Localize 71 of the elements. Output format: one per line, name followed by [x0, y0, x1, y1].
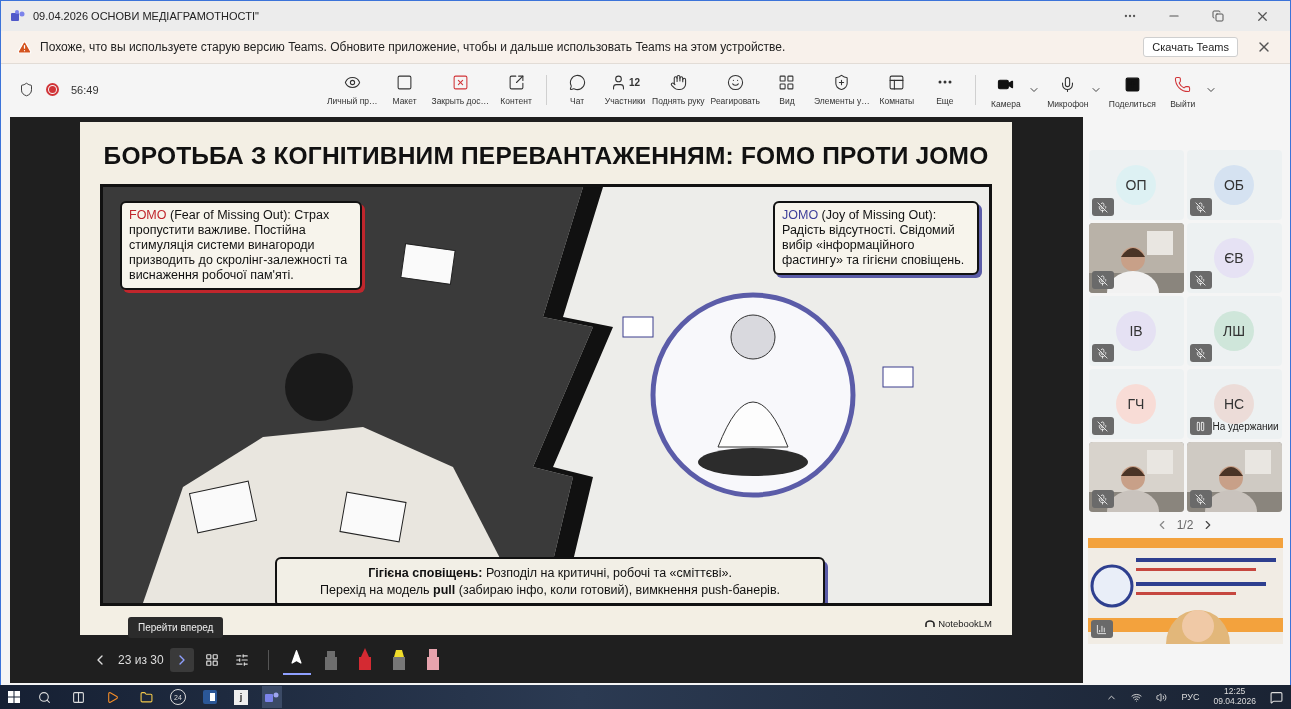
toolbar-button[interactable]: Выйти [1158, 75, 1207, 109]
person-icon [610, 73, 627, 91]
summary-line: Гігієна сповіщень: Розподіл на критичні, робочі та «сміттєві». [367, 565, 733, 582]
chat-icon [568, 73, 586, 91]
volume-icon[interactable] [1156, 691, 1168, 703]
signal-icon [1090, 620, 1113, 638]
tooltip: Перейти вперед [128, 617, 224, 638]
toolbar-button[interactable]: Чат [553, 73, 602, 106]
summary-line: Перехід на модель pull (забираю інфо, коли готовий), вимкнення push-банерів. [319, 581, 781, 599]
toolbar-button[interactable]: Комнаты [872, 73, 921, 106]
toolbar-button[interactable]: Камера [981, 75, 1030, 109]
download-button[interactable]: Скачать Teams [1143, 37, 1238, 57]
banner-message: Похоже, что вы используете старую версию Teams. Обновите приложение, чтобы и дальше использовать Teams на этом устройстве. [40, 40, 786, 54]
toolbar-button[interactable]: Элементы у… [810, 73, 873, 106]
toolbar-button[interactable]: Еще [920, 73, 969, 106]
taskbar-app[interactable]: j [234, 689, 248, 705]
avatar: ЛШ [1214, 311, 1254, 351]
close-share-icon [451, 73, 469, 91]
phone-icon [1174, 76, 1192, 93]
toolbar-button[interactable]: Поделиться [1105, 75, 1159, 109]
sliders-icon [234, 653, 249, 667]
hand-icon [669, 73, 687, 91]
toolbar-button[interactable]: Микрофон [1043, 75, 1092, 109]
toolbar-button[interactable]: Вид [762, 73, 811, 106]
window-title: 09.04.2026 ОСНОВИ МЕДІАГРАМОТНОСТІ" [33, 10, 259, 22]
teams-logo-icon [11, 10, 25, 22]
play-icon [105, 690, 119, 704]
share-icon [1123, 76, 1141, 93]
keyboard-language[interactable]: РУС [1181, 692, 1200, 702]
square-icon [396, 73, 413, 91]
document-icon [203, 690, 217, 704]
avatar: ГЧ [1116, 384, 1156, 424]
avatar: ІВ [1116, 311, 1156, 351]
shield-plus-icon [833, 73, 851, 91]
taskbar-clock[interactable]: 12:25 09.04.2026 [1213, 687, 1256, 707]
next-button[interactable] [169, 648, 194, 672]
toolbar-button[interactable]: Личный пр… [324, 73, 381, 106]
shield-icon [19, 82, 34, 97]
open-box-icon [507, 73, 525, 91]
avatar: ЄВ [1214, 238, 1254, 278]
teams-logo-icon [265, 691, 279, 703]
toolbar-button[interactable]: Контент [492, 73, 541, 106]
folder-icon [139, 690, 153, 704]
toolbar-button[interactable]: Реагировать [707, 73, 763, 106]
brand-icon [925, 620, 936, 627]
jomo-callout: JOMO (Joy of Missing Out): Радість відсутності. Свідомий вибір «інформаційного фастингу» та гігієни сповіщень. [773, 201, 979, 275]
slide-counter: 23 из 30 [118, 653, 164, 667]
toolbar-button[interactable]: Поднять руку [649, 73, 708, 106]
restore-icon [1212, 10, 1224, 22]
search-icon [37, 690, 51, 704]
rooms-icon [888, 73, 906, 91]
page-indicator: 1/2 [1176, 518, 1194, 532]
toolbar-button[interactable]: 12 Участники [601, 73, 650, 106]
slide-title: БОРОТЬБА З КОГНІТИВНИМ ПЕРЕВАНТАЖЕННЯМ: FOMO ПРОТИ JOMO [103, 142, 989, 170]
participant-status: На удержании [1212, 421, 1279, 432]
network-icon[interactable] [1131, 691, 1143, 703]
notification-icon[interactable] [1270, 690, 1283, 704]
smile-icon [726, 73, 744, 91]
avatar: ОП [1116, 165, 1156, 205]
task-view-icon [71, 690, 85, 704]
windows-logo-icon[interactable] [8, 691, 20, 703]
grid-icon [204, 653, 219, 667]
brand-label: NotebookLM [938, 618, 992, 629]
toolbar-button[interactable]: Макет [380, 73, 429, 106]
fomo-callout: FOMO (Fear of Missing Out): Страх пропустити важливе. Постійна стимуляція системи винагороди призводить до скролінг-залежності та виснаження робочої пам'яті. [120, 201, 362, 290]
more-icon [937, 80, 952, 84]
toolbar-button[interactable]: Закрыть дос… [428, 73, 493, 106]
grid-icon [778, 73, 796, 91]
avatar: ОБ [1214, 165, 1254, 205]
warning-icon [17, 39, 32, 55]
meeting-timer: 56:49 [71, 83, 99, 96]
